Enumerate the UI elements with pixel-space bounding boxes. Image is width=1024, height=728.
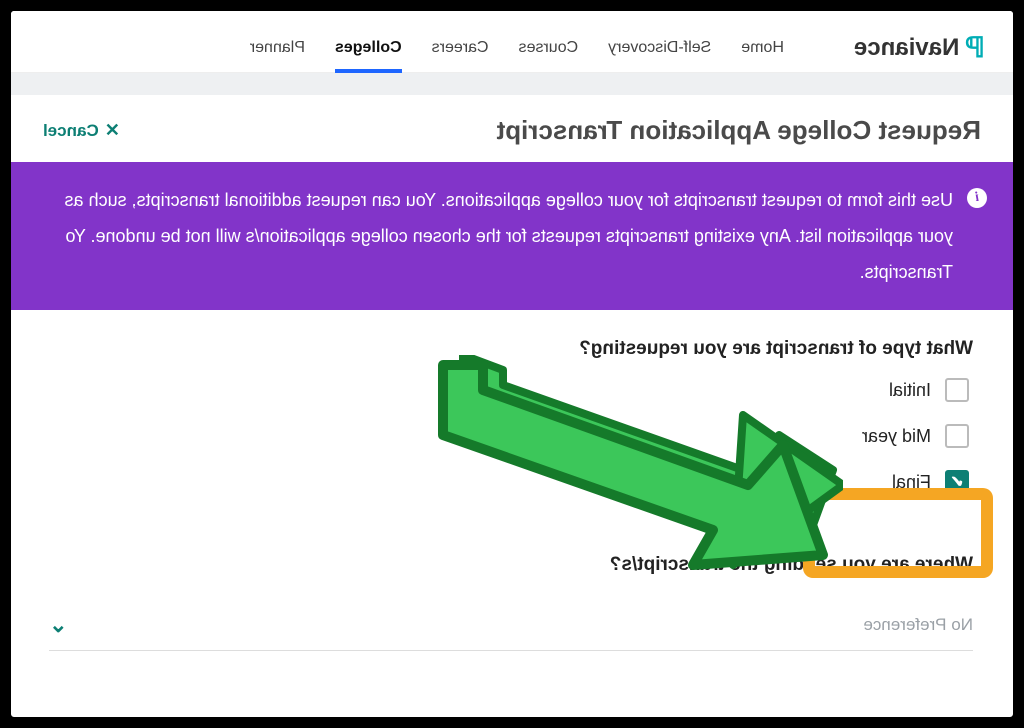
nav-self-discovery[interactable]: Self-Discovery [608, 25, 711, 71]
nav-home[interactable]: Home [741, 25, 784, 71]
sub-header-strip [11, 73, 1013, 95]
checkbox-checked-icon: ✔ [945, 470, 969, 494]
question-transcript-type: What type of transcript are you requesti… [51, 338, 973, 360]
option-label: Final [892, 472, 931, 493]
checkbox-icon [945, 378, 969, 402]
close-icon: ✕ [105, 120, 120, 141]
form-area: What type of transcript are you requesti… [11, 310, 1013, 661]
logo-mark-icon: ℙ [965, 31, 985, 64]
nav-courses[interactable]: Courses [519, 25, 579, 71]
nav-colleges[interactable]: Colleges [335, 25, 402, 71]
brand-name: Naviance [854, 34, 959, 62]
page-title: Request College Application Transcript [497, 115, 1013, 146]
banner-text: Use this form to request transcripts for… [37, 182, 953, 290]
transcript-type-options: Initial Mid year ✔ Final [51, 378, 969, 494]
option-label: Initial [889, 380, 931, 401]
option-mid-year[interactable]: Mid year [51, 424, 969, 448]
cancel-button[interactable]: ✕ Cancel [43, 120, 120, 141]
destination-dropdown[interactable]: No Preference ⌄ [49, 594, 973, 651]
info-banner: i Use this form to request transcripts f… [11, 162, 1013, 310]
content: Request College Application Transcript ✕… [11, 95, 1013, 661]
title-bar: Request College Application Transcript ✕… [11, 95, 981, 162]
option-final[interactable]: ✔ Final [51, 470, 969, 494]
checkbox-icon [945, 424, 969, 448]
main-nav: Home Self-Discovery Courses Careers Coll… [250, 23, 784, 72]
nav-careers[interactable]: Careers [432, 25, 489, 71]
brand-logo: ℙ Naviance [854, 31, 985, 64]
header: ℙ Naviance Home Self-Discovery Courses C… [11, 11, 1013, 73]
question-destination: Where are you sending the transcript/s? [51, 554, 973, 576]
cancel-label: Cancel [43, 121, 99, 141]
app-frame: ℙ Naviance Home Self-Discovery Courses C… [8, 8, 1016, 720]
option-initial[interactable]: Initial [51, 378, 969, 402]
dropdown-placeholder: No Preference [863, 615, 973, 635]
option-label: Mid year [862, 426, 931, 447]
chevron-down-icon: ⌄ [49, 612, 67, 638]
info-icon: i [967, 188, 987, 208]
nav-planner[interactable]: Planner [250, 25, 305, 71]
